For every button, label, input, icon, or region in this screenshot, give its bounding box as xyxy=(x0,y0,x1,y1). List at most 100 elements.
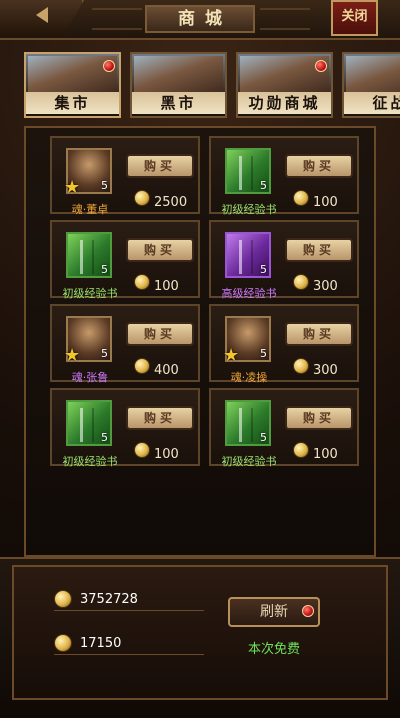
shop-item[interactable]: ★ 5 魂·凌操 购买 300 xyxy=(209,304,359,384)
item-name: 魂·凌操 xyxy=(230,371,268,384)
price-value: 100 xyxy=(154,279,179,294)
tab-label: 功勋商城 xyxy=(238,92,331,114)
back-button[interactable] xyxy=(0,0,84,36)
page-title: 商城 xyxy=(145,5,255,33)
portrait-icon: ★ 5 xyxy=(223,316,271,366)
buy-button[interactable]: 购买 xyxy=(285,406,353,430)
item-price: 2500 xyxy=(134,190,204,210)
item-price: 300 xyxy=(293,358,363,378)
item-count: 5 xyxy=(260,347,267,360)
book-spine xyxy=(239,156,253,190)
bottom-inner-frame xyxy=(12,565,388,700)
portrait-icon: ★ 5 xyxy=(64,148,112,198)
coin-icon xyxy=(134,274,150,290)
tab-label: 黑市 xyxy=(132,92,225,114)
price-value: 100 xyxy=(154,447,179,462)
tab-label: 集市 xyxy=(26,92,119,114)
shop-item[interactable]: 5 初级经验书 购买 100 xyxy=(209,388,359,468)
coin-icon xyxy=(293,358,309,374)
coin-icon xyxy=(134,442,150,458)
refresh-button[interactable]: 刷新 xyxy=(228,597,320,627)
item-name: 初级经验书 xyxy=(221,455,277,468)
coin-icon xyxy=(134,190,150,206)
item-count: 5 xyxy=(101,179,108,192)
campaign-image xyxy=(346,56,400,96)
tab-market[interactable]: 集市 xyxy=(24,52,121,118)
top-bar: 商城 关闭 xyxy=(0,0,400,40)
tab-merit-shop[interactable]: 功勋商城 xyxy=(236,52,333,118)
item-price: 100 xyxy=(293,190,363,210)
book-spine xyxy=(80,408,94,442)
divider xyxy=(54,654,204,655)
star-icon: ★ xyxy=(223,345,240,366)
coin-icon xyxy=(293,190,309,206)
copper-currency: 3752728 xyxy=(54,590,204,612)
coin-icon xyxy=(293,274,309,290)
ornament-right xyxy=(260,8,310,30)
green-book-icon: 5 xyxy=(225,400,271,446)
price-value: 400 xyxy=(154,363,179,378)
purple-book-icon: 5 xyxy=(225,232,271,278)
book-spine xyxy=(239,240,253,274)
tab-label: 征战 xyxy=(344,92,400,114)
buy-button[interactable]: 购买 xyxy=(126,406,194,430)
item-name: 初级经验书 xyxy=(221,203,277,216)
item-name: 初级经验书 xyxy=(62,287,118,300)
star-icon: ★ xyxy=(64,177,81,198)
item-count: 5 xyxy=(101,431,108,444)
shop-panel: ★ 5 魂·董卓 购买 2500 5 初级经验书 购买 100 5 初级经验书 … xyxy=(24,126,376,557)
buy-button[interactable]: 购买 xyxy=(126,238,194,262)
coin-icon xyxy=(134,358,150,374)
item-name: 高级经验书 xyxy=(221,287,277,300)
item-count: 5 xyxy=(101,347,108,360)
item-price: 300 xyxy=(293,274,363,294)
item-name: 初级经验书 xyxy=(62,455,118,468)
item-price: 100 xyxy=(293,442,363,462)
price-value: 300 xyxy=(313,363,338,378)
green-book-icon: 5 xyxy=(225,148,271,194)
shop-item[interactable]: 5 初级经验书 购买 100 xyxy=(50,388,200,468)
tab-black-market[interactable]: 黑市 xyxy=(130,52,227,118)
green-book-icon: 5 xyxy=(66,232,112,278)
book-spine xyxy=(80,240,94,274)
ornament-left xyxy=(92,8,142,30)
shop-item[interactable]: ★ 5 魂·张鲁 购买 400 xyxy=(50,304,200,384)
back-arrow-icon xyxy=(36,7,48,23)
item-count: 5 xyxy=(260,179,267,192)
copper-coin-icon xyxy=(54,590,72,608)
close-button[interactable]: 关闭 xyxy=(331,0,378,36)
copper-value: 3752728 xyxy=(80,592,138,607)
black-market-image xyxy=(134,56,223,96)
buy-button[interactable]: 购买 xyxy=(285,154,353,178)
gold-value: 17150 xyxy=(80,636,122,651)
buy-button[interactable]: 购买 xyxy=(126,154,194,178)
item-count: 5 xyxy=(101,263,108,276)
shop-item[interactable]: 5 初级经验书 购买 100 xyxy=(50,220,200,300)
buy-button[interactable]: 购买 xyxy=(285,238,353,262)
gold-currency: 17150 xyxy=(54,634,204,656)
tab-campaign[interactable]: 征战 xyxy=(342,52,400,118)
gold-coin-icon xyxy=(54,634,72,652)
item-price: 100 xyxy=(134,274,204,294)
shop-item[interactable]: ★ 5 魂·董卓 购买 2500 xyxy=(50,136,200,216)
shop-item[interactable]: 5 高级经验书 购买 300 xyxy=(209,220,359,300)
notification-dot-icon xyxy=(315,60,327,72)
coin-icon xyxy=(293,442,309,458)
item-count: 5 xyxy=(260,263,267,276)
buy-button[interactable]: 购买 xyxy=(285,322,353,346)
divider xyxy=(54,610,204,611)
notification-dot-icon xyxy=(103,60,115,72)
notification-dot-icon xyxy=(302,605,314,617)
book-spine xyxy=(239,408,253,442)
refresh-label: 刷新 xyxy=(260,604,288,620)
shop-item[interactable]: 5 初级经验书 购买 100 xyxy=(209,136,359,216)
item-name: 魂·张鲁 xyxy=(71,371,109,384)
buy-button[interactable]: 购买 xyxy=(126,322,194,346)
portrait-icon: ★ 5 xyxy=(64,316,112,366)
shop-tabs: 集市 黑市 功勋商城 征战 xyxy=(24,52,400,118)
free-refresh-text: 本次免费 xyxy=(248,642,301,657)
item-name: 魂·董卓 xyxy=(71,203,109,216)
price-value: 2500 xyxy=(154,195,188,210)
item-price: 400 xyxy=(134,358,204,378)
star-icon: ★ xyxy=(64,345,81,366)
